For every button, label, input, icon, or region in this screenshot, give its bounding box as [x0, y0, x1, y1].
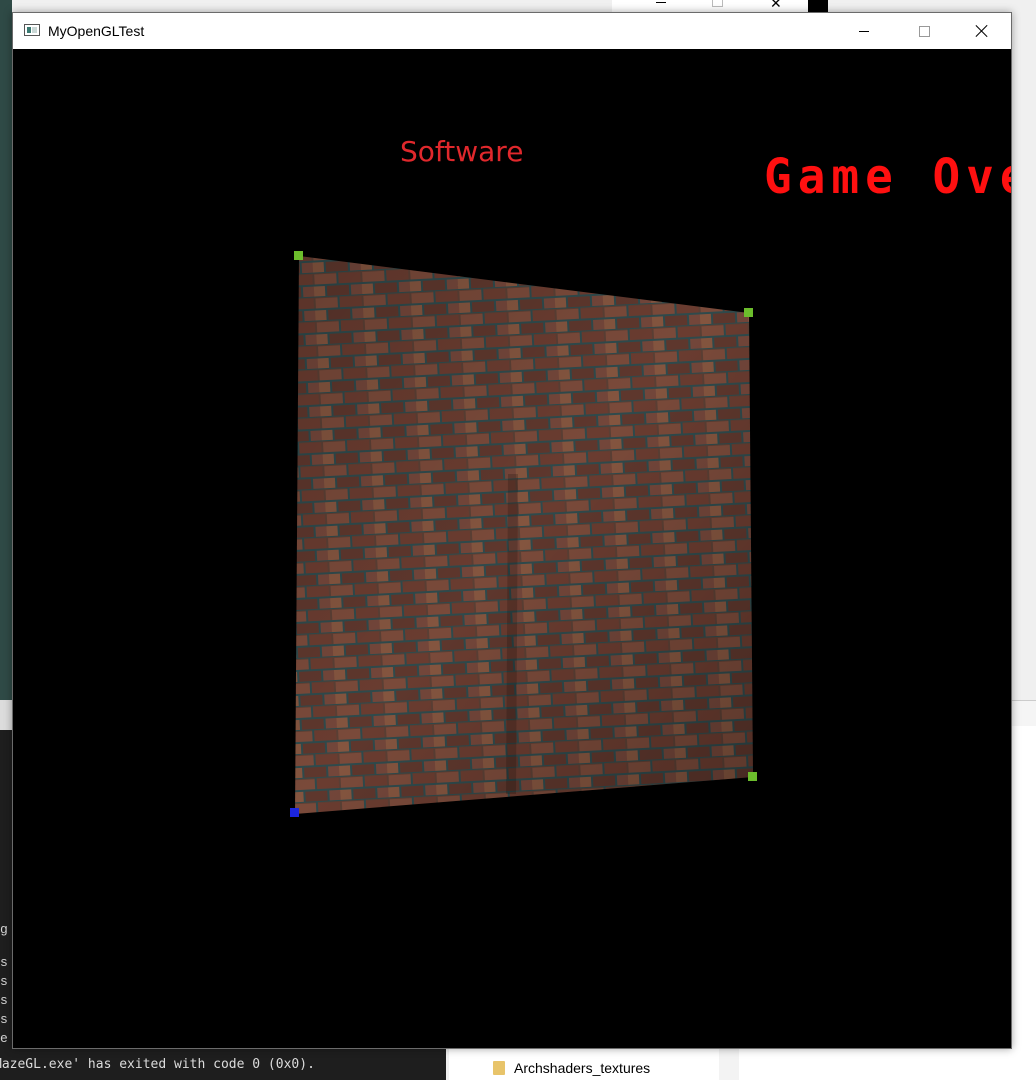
close-button[interactable] — [959, 13, 1005, 49]
textured-quad — [295, 256, 753, 814]
background-editor-strip — [0, 700, 12, 730]
maximize-icon[interactable] — [712, 0, 723, 7]
window-titlebar[interactable]: MyOpenGLTest — [13, 13, 1011, 49]
background-right-strip — [1012, 700, 1036, 727]
explorer-item-label: Archshaders_textures — [514, 1060, 651, 1076]
app-window: MyOpenGLTest Software Game Ove — [12, 12, 1012, 1049]
code-fragment: s — [0, 1012, 8, 1027]
code-fragment: e — [0, 1031, 8, 1046]
background-dark-block — [808, 0, 828, 12]
background-editor-panel — [0, 0, 12, 700]
code-fragment: s — [0, 955, 8, 970]
close-icon[interactable]: ✕ — [770, 0, 782, 12]
background-bottom-gap — [719, 1049, 739, 1080]
code-fragment: s — [0, 974, 8, 989]
close-icon — [976, 25, 988, 37]
maximize-button[interactable] — [901, 13, 947, 49]
output-pane-line: MazeGL.exe' has exited with code 0 (0x0)… — [0, 1049, 446, 1080]
minimize-icon[interactable] — [656, 2, 666, 3]
app-window-icon — [24, 24, 40, 36]
corner-marker-bottom-left[interactable] — [290, 808, 299, 817]
corner-marker-top-right[interactable] — [744, 308, 753, 317]
window-title: MyOpenGLTest — [48, 23, 145, 39]
background-right-pane — [1012, 726, 1036, 1080]
code-fragment: s — [0, 993, 8, 1008]
minimize-icon — [859, 30, 869, 32]
opengl-viewport[interactable]: Software Game Ove — [13, 49, 1011, 1048]
corner-marker-bottom-right[interactable] — [748, 772, 757, 781]
folder-icon — [493, 1061, 505, 1075]
background-code-fragments: g s s s s e — [0, 920, 12, 1046]
code-fragment: g — [0, 922, 8, 937]
minimize-button[interactable] — [841, 13, 887, 49]
background-bottom-pane — [739, 1049, 1036, 1080]
corner-marker-top-left[interactable] — [294, 251, 303, 260]
explorer-list-item[interactable]: Archshaders_textures — [449, 1049, 719, 1080]
maximize-icon — [918, 25, 930, 37]
